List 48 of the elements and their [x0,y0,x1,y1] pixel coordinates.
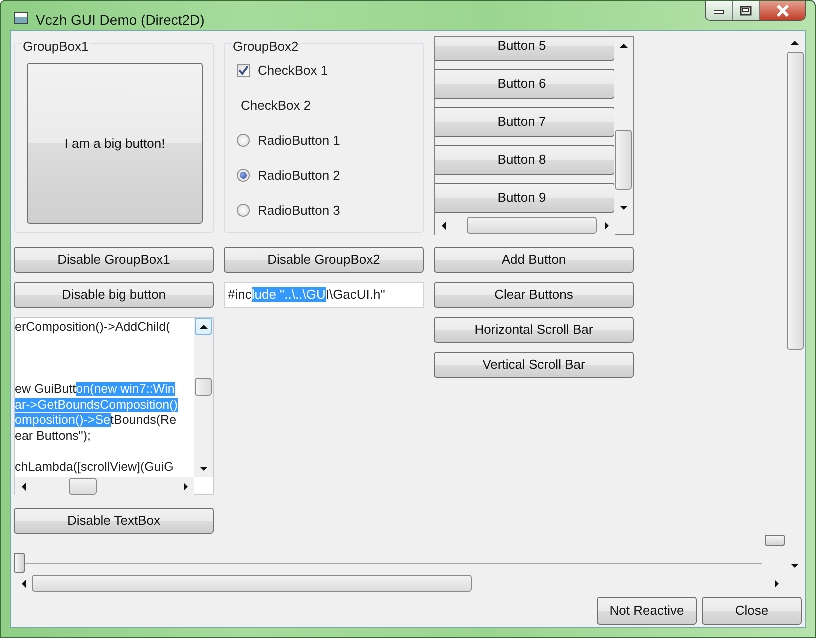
code-line: ear Buttons"); [15,428,92,444]
button[interactable]: Button 7 [435,107,614,137]
button[interactable]: Horizontal Scroll Bar [434,317,634,343]
slider-thumb[interactable] [765,535,785,546]
scroll-thumb[interactable] [615,130,632,190]
button[interactable]: Disable TextBox [14,508,214,534]
radio-label: RadioButton 1 [258,132,340,150]
group-box-title: GroupBox1 [22,40,90,54]
code-line: ew GuiButton(new win7::Win [15,382,176,398]
app-icon [14,12,28,24]
scroll-thumb[interactable] [32,575,472,592]
scroll-thumb[interactable] [195,378,212,396]
text-field[interactable]: #include "..\..\GUI\GacUI.h" [224,282,424,308]
button[interactable]: Disable big button [14,282,214,308]
big-button[interactable]: I am a big button! [27,63,203,224]
button[interactable]: Button 6 [435,69,614,99]
button[interactable]: Button 9 [435,183,614,213]
checkbox-label: CheckBox 1 [258,62,328,80]
checkbox-label[interactable]: CheckBox 2 [241,96,312,116]
group-box-title: GroupBox2 [232,40,300,54]
button[interactable]: Button 8 [435,145,614,175]
button[interactable]: Not Reactive [597,597,697,625]
button[interactable]: Close [702,597,802,625]
radio-button[interactable] [237,169,250,182]
button[interactable]: Add Button [434,247,634,273]
button[interactable]: Disable GroupBox1 [14,247,214,273]
maximize-button[interactable] [733,1,760,20]
scroll-thumb[interactable] [69,478,97,495]
radio-label: RadioButton 2 [258,166,340,185]
radio-button[interactable] [237,204,250,217]
code-line: chLambda([scrollView](GuiG [15,460,175,475]
code-line: erComposition()->AddChild( [15,320,172,336]
radio-label: RadioButton 3 [258,202,340,220]
minimize-button[interactable] [706,1,733,20]
minimize-icon [714,8,724,14]
checkbox[interactable] [237,64,250,77]
window-title: Vczh GUI Demo (Direct2D) [36,11,205,30]
slider-thumb[interactable] [14,553,25,573]
close-icon [776,4,790,16]
maximize-icon [740,6,752,16]
button[interactable]: Clear Buttons [434,282,634,308]
scroll-thumb[interactable] [467,217,597,234]
scroll-thumb[interactable] [786,52,804,350]
radio-button[interactable] [237,134,250,147]
scroll-up-button[interactable] [195,318,212,335]
button[interactable]: Disable GroupBox2 [224,247,424,273]
close-button[interactable] [760,1,805,20]
button[interactable]: Vertical Scroll Bar [434,352,634,378]
